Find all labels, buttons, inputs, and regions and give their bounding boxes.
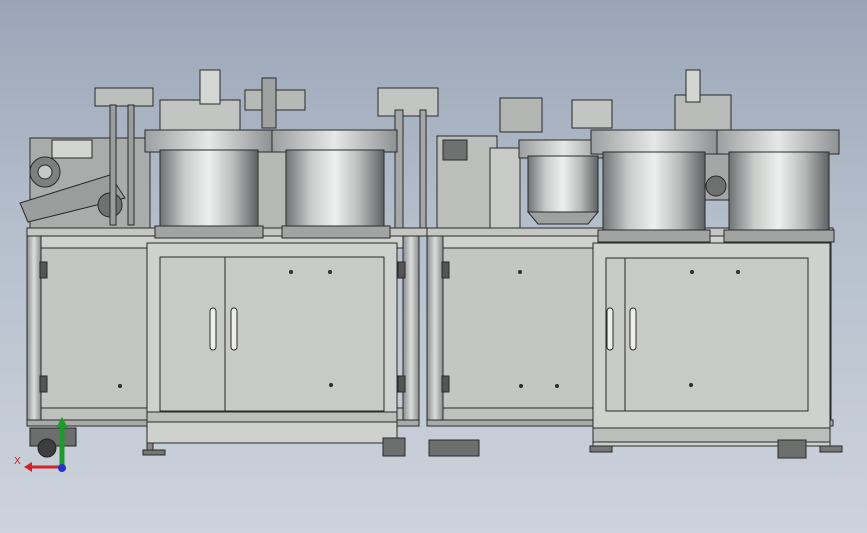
bowl-feeder-2[interactable] — [271, 129, 398, 239]
bowl-feeder-1[interactable] — [144, 129, 273, 239]
left-machine-frame[interactable] — [26, 227, 428, 457]
bowl-feeder-5[interactable] — [716, 129, 840, 243]
left-conveyor-assembly[interactable] — [19, 87, 154, 229]
z-axis-marker — [58, 464, 66, 472]
bowl-feeder-4[interactable] — [590, 129, 718, 243]
x-axis-arrowhead — [24, 462, 32, 472]
cad-viewport[interactable]: X Y — [0, 0, 867, 533]
right-machine-frame[interactable] — [426, 227, 843, 459]
x-axis-label: X — [14, 456, 21, 467]
left-casters — [29, 427, 77, 458]
assembly-model[interactable] — [0, 0, 867, 533]
